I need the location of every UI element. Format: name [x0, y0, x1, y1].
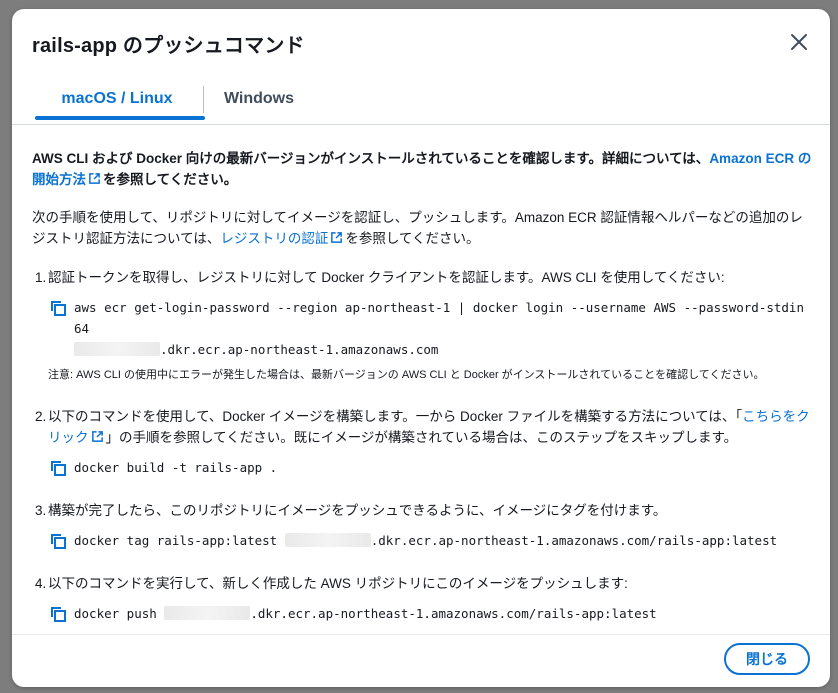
redacted-account-id	[284, 533, 371, 547]
intro-suffix: を参照してください。	[103, 172, 238, 187]
footer-divider	[12, 634, 830, 635]
external-link-icon	[91, 431, 103, 442]
step-1: 1. 認証トークンを取得し、レジストリに対して Docker クライアントを認証…	[32, 267, 812, 384]
step-3: 3. 構築が完了したら、このリポジトリにイメージをプッシュできるように、イメージ…	[32, 500, 812, 551]
command-text: docker tag rails-app:latest .dkr.ecr.ap-…	[74, 533, 778, 548]
close-button[interactable]: 閉じる	[724, 643, 810, 675]
redacted-account-id	[164, 606, 251, 620]
external-link-icon	[89, 173, 100, 184]
copy-icon[interactable]	[50, 300, 67, 317]
step-text: 以下のコマンドを実行して、新しく作成した AWS リポジトリにこのイメージをプッ…	[48, 576, 628, 591]
tab-bar: macOS / Linux Windows	[32, 79, 810, 121]
modal-content: AWS CLI および Docker 向けの最新バージョンがインストールされてい…	[32, 148, 812, 646]
step-2: 2. 以下のコマンドを使用して、Docker イメージを構築します。一から Do…	[32, 406, 812, 478]
copy-icon[interactable]	[50, 460, 67, 477]
tab-macos-linux[interactable]: macOS / Linux	[32, 79, 202, 119]
step-number: 4.	[35, 576, 47, 591]
command-line-2: .dkr.ecr.ap-northeast-1.amazonaws.com	[74, 339, 812, 360]
step-text: 認証トークンを取得し、レジストリに対して Docker クライアントを認証します…	[48, 270, 725, 285]
command-line-1: aws ecr get-login-password --region ap-n…	[74, 300, 804, 336]
copy-icon[interactable]	[50, 533, 67, 550]
step-text: 以下のコマンドを使用して、Docker イメージを構築します。一から Docke…	[48, 409, 810, 445]
tab-windows[interactable]: Windows	[204, 79, 314, 119]
command-block: docker push .dkr.ecr.ap-northeast-1.amaz…	[48, 603, 812, 624]
external-link-icon	[331, 232, 343, 243]
tabs-divider	[12, 124, 830, 125]
step-number: 3.	[35, 503, 47, 518]
intro-text: AWS CLI および Docker 向けの最新バージョンがインストールされてい…	[32, 151, 710, 166]
step-number: 1.	[35, 270, 47, 285]
push-commands-modal: rails-app のプッシュコマンド macOS / Linux Window…	[12, 9, 830, 687]
step-4: 4. 以下のコマンドを実行して、新しく作成した AWS リポジトリにこのイメージ…	[32, 573, 812, 624]
command-text: docker push .dkr.ecr.ap-northeast-1.amaz…	[74, 606, 657, 621]
command-text: docker build -t rails-app .	[74, 460, 278, 475]
command-block: aws ecr get-login-password --region ap-n…	[48, 297, 812, 360]
redacted-account-id	[74, 342, 160, 356]
auth-paragraph: 次の手順を使用して、リポジトリに対してイメージを認証し、プッシュします。Amaz…	[32, 207, 812, 249]
command-block: docker tag rails-app:latest .dkr.ecr.ap-…	[48, 530, 812, 551]
intro-paragraph: AWS CLI および Docker 向けの最新バージョンがインストールされてい…	[32, 148, 812, 190]
copy-icon[interactable]	[50, 606, 67, 623]
command-block: docker build -t rails-app .	[48, 457, 812, 478]
step-note: 注意: AWS CLI の使用中にエラーが発生した場合は、最新バージョンの AW…	[48, 369, 765, 381]
modal-title: rails-app のプッシュコマンド	[32, 35, 305, 57]
steps-list: 1. 認証トークンを取得し、レジストリに対して Docker クライアントを認証…	[32, 267, 812, 624]
auth-suffix: を参照してください。	[345, 231, 480, 246]
close-icon[interactable]	[788, 31, 810, 53]
active-tab-indicator	[35, 116, 205, 120]
step-number: 2.	[35, 409, 47, 424]
registry-auth-link[interactable]: レジストリの認証	[220, 231, 345, 246]
step-text: 構築が完了したら、このリポジトリにイメージをプッシュできるように、イメージにタグ…	[48, 503, 667, 518]
